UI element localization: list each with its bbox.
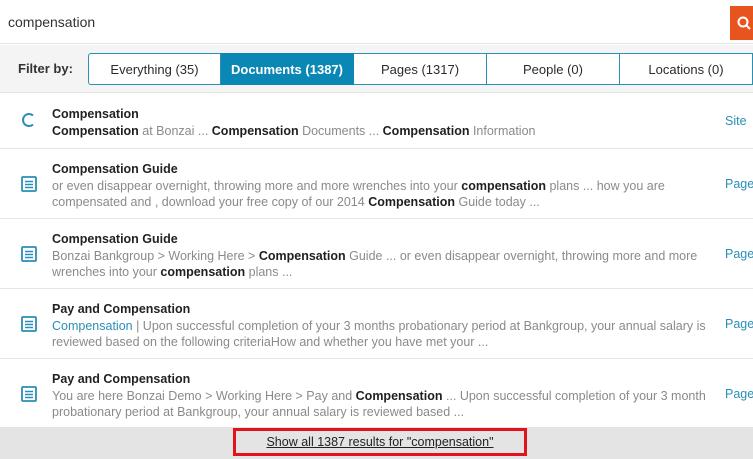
search-input[interactable]	[8, 6, 728, 38]
results-footer: Show all 1387 results for "compensation"	[0, 427, 753, 459]
page-icon	[21, 316, 37, 332]
highlighted-term: Compensation	[258, 249, 346, 263]
highlighted-term: compensation	[461, 179, 546, 193]
result-snippet: Bonzai Bankgroup > Working Here > Compen…	[52, 248, 712, 280]
snippet-text: You are here Bonzai Demo > Working Here …	[52, 389, 356, 403]
result-item[interactable]: Pay and Compensation You are here Bonzai…	[0, 359, 753, 429]
snippet-link[interactable]: Compensation	[52, 319, 133, 333]
filter-label: Filter by:	[18, 61, 73, 76]
snippet-text: Guide today ...	[455, 195, 540, 209]
result-type[interactable]: Page	[725, 387, 753, 401]
tab-documents[interactable]: Documents (1387)	[221, 53, 354, 85]
snippet-text: or even disappear overnight, throwing mo…	[52, 179, 462, 193]
results-list: Compensation Compensation at Bonzai ... …	[0, 94, 753, 429]
result-title: Compensation Guide	[52, 162, 178, 176]
result-snippet: Compensation | Upon successful completio…	[52, 318, 712, 350]
result-title: Compensation Guide	[52, 232, 178, 246]
tab-everything[interactable]: Everything (35)	[88, 53, 221, 85]
tab-pages[interactable]: Pages (1317)	[354, 53, 487, 85]
result-snippet: Compensation at Bonzai ... Compensation …	[52, 123, 712, 139]
snippet-text: Information	[469, 124, 536, 138]
search-bar	[0, 0, 753, 44]
snippet-text: Bonzai Bankgroup > Working Here >	[52, 249, 259, 263]
highlighted-term: Compensation	[52, 124, 139, 138]
result-type[interactable]: Page	[725, 247, 753, 261]
result-title: Pay and Compensation	[52, 372, 191, 386]
result-item[interactable]: Pay and Compensation Compensation | Upon…	[0, 289, 753, 359]
tab-people[interactable]: People (0)	[487, 53, 620, 85]
filter-bar: Filter by: Everything (35) Documents (13…	[0, 45, 753, 93]
highlighted-term: Compensation	[355, 389, 443, 403]
result-snippet: or even disappear overnight, throwing mo…	[52, 178, 712, 210]
page-icon	[21, 386, 37, 402]
result-title: Pay and Compensation	[52, 302, 191, 316]
highlighted-term: Compensation	[368, 195, 455, 209]
result-item[interactable]: Compensation Guide or even disappear ove…	[0, 149, 753, 219]
result-snippet: You are here Bonzai Demo > Working Here …	[52, 388, 712, 420]
search-button[interactable]	[730, 6, 753, 40]
result-item[interactable]: Compensation Compensation at Bonzai ... …	[0, 94, 753, 149]
snippet-text: | Upon successful completion of your 3 m…	[52, 319, 706, 349]
highlighted-term: compensation	[160, 265, 246, 279]
show-all-results-link[interactable]: Show all 1387 results for "compensation"	[233, 428, 527, 456]
highlighted-term: Compensation	[211, 124, 299, 138]
snippet-text: Documents ...	[298, 124, 383, 138]
page-icon	[21, 176, 37, 192]
result-type[interactable]: Page	[725, 177, 753, 191]
result-item[interactable]: Compensation Guide Bonzai Bankgroup > Wo…	[0, 219, 753, 289]
result-title: Compensation	[52, 107, 139, 121]
snippet-text: plans ...	[245, 265, 293, 279]
filter-tabs: Everything (35) Documents (1387) Pages (…	[88, 53, 753, 85]
highlighted-term: Compensation	[382, 124, 470, 138]
snippet-text: at Bonzai ...	[138, 124, 212, 138]
page-icon	[21, 246, 37, 262]
tab-locations[interactable]: Locations (0)	[620, 53, 753, 85]
result-type[interactable]: Page	[725, 317, 753, 331]
site-icon	[22, 113, 34, 127]
result-type[interactable]: Site	[725, 114, 753, 128]
search-icon	[737, 16, 751, 30]
